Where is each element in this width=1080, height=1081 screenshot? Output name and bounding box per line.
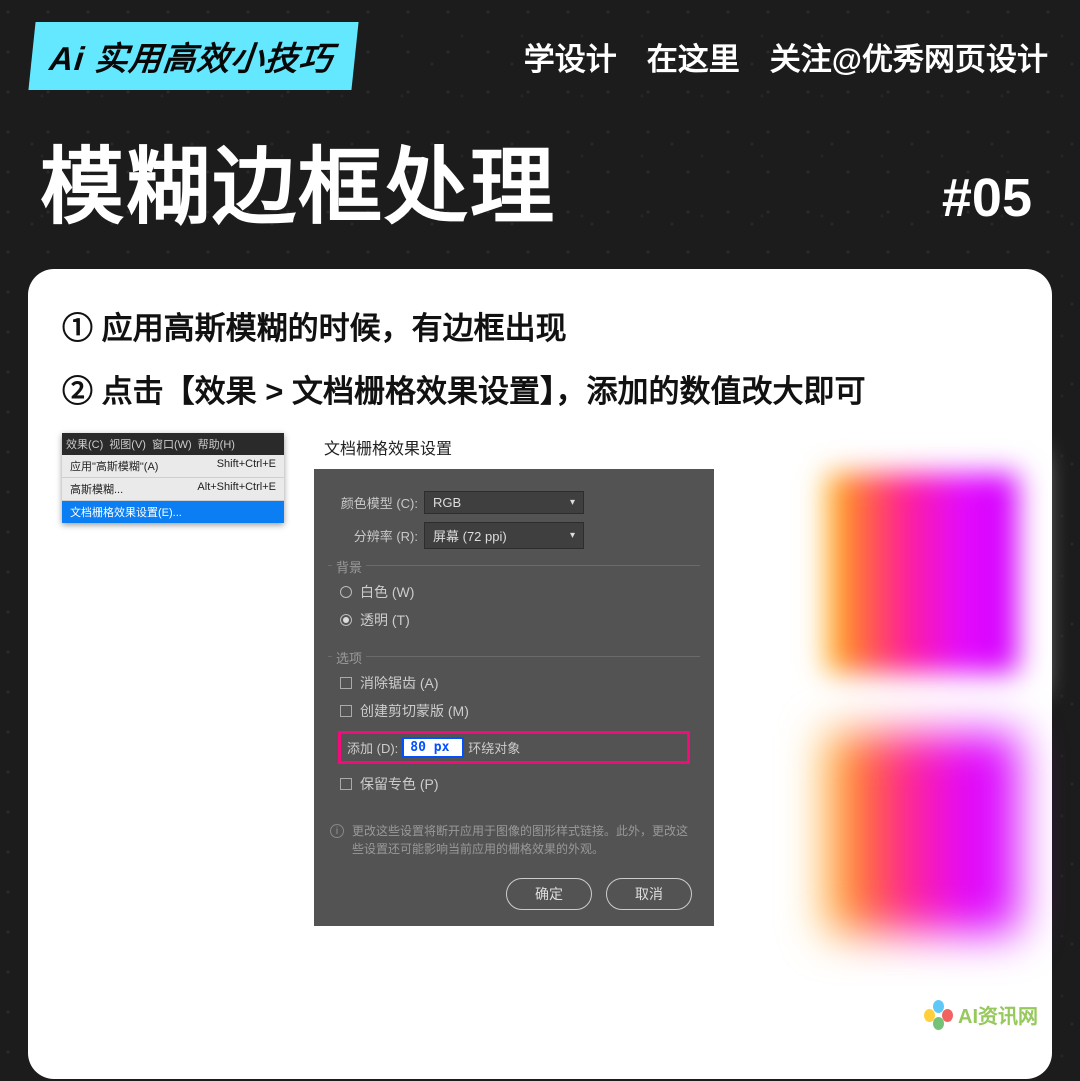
resolution-label: 分辨率 (R):	[336, 526, 418, 545]
cancel-button[interactable]: 取消	[606, 878, 692, 910]
chevron-down-icon: ▾	[570, 497, 575, 508]
ok-button[interactable]: 确定	[506, 878, 592, 910]
color-model-select[interactable]: RGB ▾	[424, 491, 584, 514]
header-tag: 在这里	[647, 34, 740, 79]
spot-checkbox[interactable]: 保留专色 (P)	[338, 770, 690, 798]
resolution-select[interactable]: 屏幕 (72 ppi) ▾	[424, 522, 584, 549]
page-number: #05	[942, 167, 1032, 229]
page-title: 模糊边框处理	[40, 120, 556, 241]
info-icon: i	[330, 824, 344, 838]
checkbox-icon	[340, 705, 352, 717]
menu-head-effect[interactable]: 效果(C)	[66, 436, 103, 452]
gradient-sample-after	[826, 733, 1018, 933]
menu-head-help[interactable]: 帮助(H)	[198, 436, 235, 452]
bg-white-radio[interactable]: 白色 (W)	[338, 578, 690, 606]
info-text: 更改这些设置将断开应用于图像的图形样式链接。此外，更改这些设置还可能影响当前应用…	[352, 822, 698, 858]
flower-icon	[926, 1002, 952, 1028]
header-tags: 学设计 在这里 关注@优秀网页设计	[524, 34, 1048, 79]
dialog-title: 文档栅格效果设置	[314, 429, 714, 469]
clipmask-checkbox[interactable]: 创建剪切蒙版 (M)	[338, 697, 690, 725]
color-model-label: 颜色模型 (C):	[336, 493, 418, 512]
effect-menu: 效果(C) 视图(V) 窗口(W) 帮助(H) 应用"高斯模糊"(A) Shif…	[62, 433, 284, 523]
gradient-sample-before	[826, 473, 1018, 673]
menu-item-gaussian-blur[interactable]: 高斯模糊... Alt+Shift+Ctrl+E	[62, 478, 284, 501]
antialias-checkbox[interactable]: 消除锯齿 (A)	[338, 669, 690, 697]
add-label: 添加 (D):	[347, 738, 398, 757]
options-legend: 选项	[332, 648, 366, 667]
menu-item-raster-settings[interactable]: 文档栅格效果设置(E)...	[62, 501, 284, 523]
header-follow: 关注@优秀网页设计	[770, 34, 1048, 79]
menu-item-apply-blur[interactable]: 应用"高斯模糊"(A) Shift+Ctrl+E	[62, 455, 284, 478]
series-badge: Ai 实用高效小技巧	[28, 22, 358, 90]
background-legend: 背景	[332, 557, 366, 576]
checkbox-icon	[340, 778, 352, 790]
add-value-input[interactable]: 80 px	[404, 739, 462, 756]
header-tag: 学设计	[524, 34, 617, 79]
add-suffix: 环绕对象	[468, 738, 520, 757]
bg-transparent-radio[interactable]: 透明 (T)	[338, 606, 690, 634]
radio-icon	[340, 614, 352, 626]
raster-settings-dialog: 文档栅格效果设置 颜色模型 (C): RGB ▾ 分辨率 (R): 屏幕 (72…	[314, 433, 714, 926]
chevron-down-icon: ▾	[570, 530, 575, 541]
step-2: ② 点击【效果 > 文档栅格效果设置】，添加的数值改大即可	[62, 366, 1024, 411]
content-card: ① 应用高斯模糊的时候，有边框出现 ② 点击【效果 > 文档栅格效果设置】，添加…	[28, 269, 1052, 1079]
menu-head-view[interactable]: 视图(V)	[109, 436, 146, 452]
radio-icon	[340, 586, 352, 598]
menu-head-window[interactable]: 窗口(W)	[152, 436, 192, 452]
watermark: AI资讯网	[926, 1000, 1038, 1029]
checkbox-icon	[340, 677, 352, 689]
step-1: ① 应用高斯模糊的时候，有边框出现	[62, 303, 1024, 348]
add-padding-row: 添加 (D): 80 px 环绕对象	[338, 731, 690, 764]
